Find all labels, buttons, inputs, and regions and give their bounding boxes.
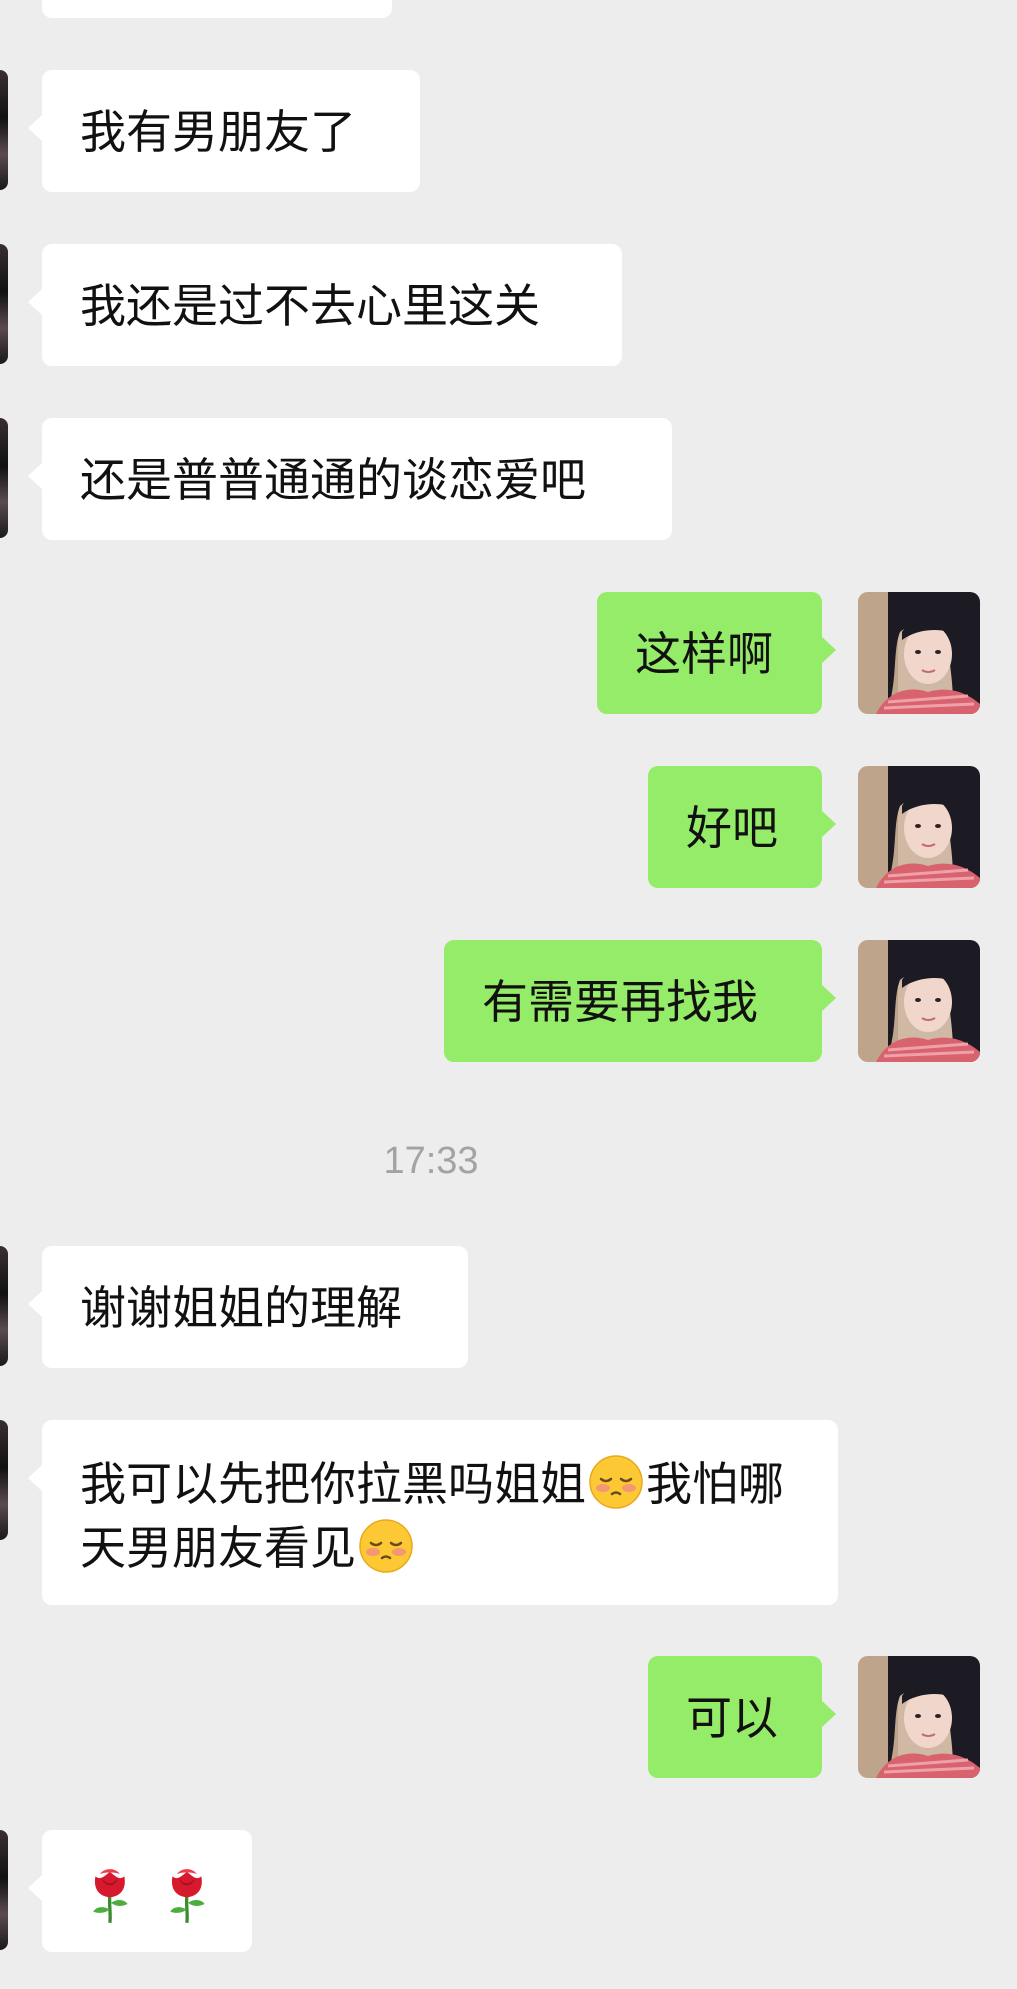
message-bubble-incoming[interactable] xyxy=(28,1830,252,1952)
message-text: 谢谢姐姐的理解 xyxy=(80,1281,402,1335)
peer-avatar-edge[interactable] xyxy=(0,418,8,538)
peer-avatar-edge[interactable] xyxy=(0,1830,8,1950)
previous-message-bubble-edge xyxy=(42,0,392,18)
bubble-tail xyxy=(28,1290,43,1318)
message-text: 可以 xyxy=(686,1691,778,1745)
message-bubble-outgoing[interactable]: 有需要再找我 xyxy=(444,940,836,1062)
message-emoji-content xyxy=(80,1860,219,1925)
bubble-tail xyxy=(821,1700,836,1728)
my-avatar[interactable] xyxy=(858,940,980,1062)
bubble-tail xyxy=(28,288,43,316)
message-text-part: 我可以先把你拉黑吗姐姐 xyxy=(80,1457,586,1511)
message-text: 这样啊 xyxy=(635,627,773,681)
peer-avatar-edge[interactable] xyxy=(0,1246,8,1366)
message-bubble-incoming[interactable]: 还是普普通通的谈恋爱吧 xyxy=(28,418,672,540)
my-avatar[interactable] xyxy=(858,766,980,888)
message-text: 我还是过不去心里这关 xyxy=(80,279,540,333)
bubble-tail xyxy=(821,984,836,1012)
pleading-blush-face-emoji-icon xyxy=(588,1454,644,1510)
peer-avatar-edge[interactable] xyxy=(0,1420,8,1540)
message-text: 我可以先把你拉黑吗姐姐 我怕哪天男朋友看见 xyxy=(80,1452,820,1580)
message-text: 有需要再找我 xyxy=(482,975,758,1029)
bubble-tail xyxy=(28,462,43,490)
my-avatar[interactable] xyxy=(858,1656,980,1778)
bubble-tail xyxy=(821,810,836,838)
message-timestamp: 17:33 xyxy=(383,1140,479,1182)
pleading-blush-face-emoji-icon xyxy=(358,1518,414,1574)
rose-emoji-icon xyxy=(80,1863,142,1925)
message-bubble-incoming[interactable]: 我有男朋友了 xyxy=(28,70,420,192)
bubble-tail xyxy=(28,1874,43,1902)
message-bubble-outgoing[interactable]: 可以 xyxy=(648,1656,836,1778)
message-text: 我有男朋友了 xyxy=(80,105,356,159)
bubble-tail xyxy=(821,636,836,664)
peer-avatar-edge[interactable] xyxy=(0,244,8,364)
message-text: 还是普普通通的谈恋爱吧 xyxy=(80,453,586,507)
my-avatar[interactable] xyxy=(858,592,980,714)
message-text: 好吧 xyxy=(686,801,778,855)
message-bubble-incoming[interactable]: 我还是过不去心里这关 xyxy=(28,244,622,366)
chat-area[interactable]: 我有男朋友了 我还是过不去心里这关 还是普普通通的谈恋爱吧 这样啊 好吧 有需要… xyxy=(0,0,1017,1989)
peer-avatar-edge[interactable] xyxy=(0,70,8,190)
message-bubble-incoming[interactable]: 我可以先把你拉黑吗姐姐 我怕哪天男朋友看见 xyxy=(28,1420,838,1605)
bubble-tail xyxy=(28,114,43,142)
message-bubble-outgoing[interactable]: 好吧 xyxy=(648,766,836,888)
message-bubble-incoming[interactable]: 谢谢姐姐的理解 xyxy=(28,1246,468,1368)
message-bubble-outgoing[interactable]: 这样啊 xyxy=(597,592,836,714)
bubble-tail xyxy=(28,1464,43,1492)
rose-emoji-icon xyxy=(157,1863,219,1925)
